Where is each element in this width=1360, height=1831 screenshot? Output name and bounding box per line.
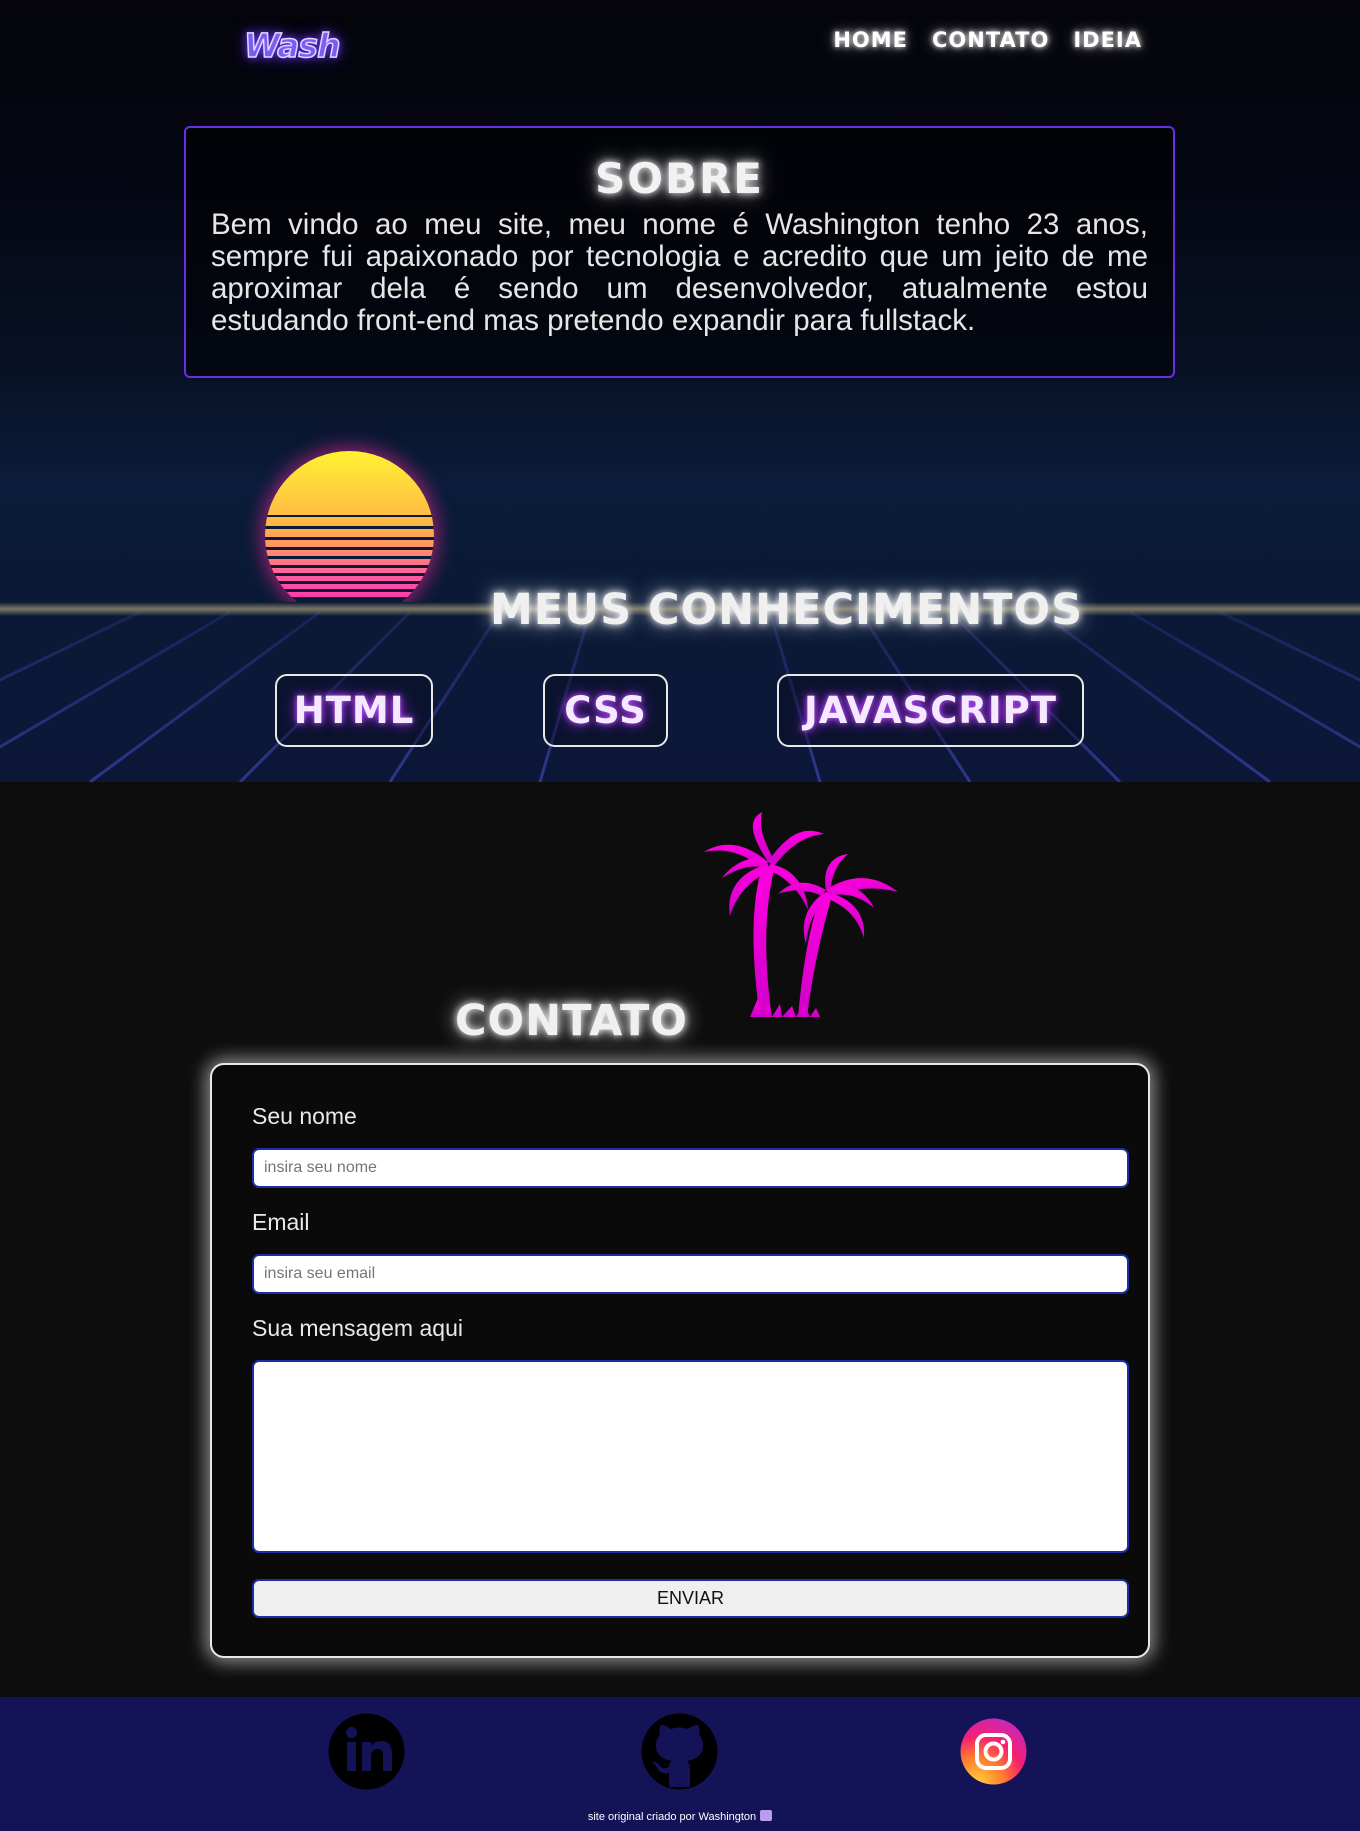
hero-section [0,0,1360,782]
email-input[interactable]: insira seu email [252,1254,1129,1294]
footer: site original criado por Washington [0,1697,1360,1831]
retro-sun-illustration [265,451,434,597]
skill-label: CSS [564,689,647,732]
name-label: Seu nome [252,1103,357,1129]
nav-ideia-link[interactable]: IDEIA [1073,28,1142,52]
about-section: SOBRE Bem vindo ao meu site, meu nome é … [184,126,1175,378]
send-button[interactable]: ENVIAR [252,1579,1129,1618]
main-nav: HOME CONTATO IDEIA [833,28,1142,52]
skill-label: HTML [293,689,415,732]
nav-contato-link[interactable]: CONTATO [932,28,1049,52]
skill-badge-css: CSS [543,674,668,747]
nav-home-link[interactable]: HOME [833,28,908,52]
about-text: Bem vindo ao meu site, meu nome é Washin… [211,208,1148,337]
skill-label: JAVASCRIPT [803,689,1058,732]
message-textarea[interactable] [252,1360,1129,1553]
palm-trees-illustration [704,812,898,1017]
skill-badge-javascript: JAVASCRIPT [777,674,1084,747]
emoji-icon [760,1810,773,1821]
name-input[interactable]: insira seu nome [252,1148,1129,1188]
skills-title: MEUS CONHECIMENTOS [490,585,1084,635]
github-icon[interactable] [641,1713,718,1790]
linkedin-icon[interactable] [328,1713,405,1790]
instagram-icon[interactable] [955,1713,1032,1790]
contact-title: CONTATO [455,996,688,1046]
skill-badge-html: HTML [275,674,433,747]
about-title: SOBRE [595,154,764,203]
site-logo[interactable]: Wash [243,25,341,66]
retro-grid-background [0,610,1360,782]
email-label: Email [252,1209,310,1235]
message-label: Sua mensagem aqui [252,1315,463,1341]
credit-text: site original criado por Washington [587,1811,757,1823]
footer-credit: site original criado por Washington [0,1810,1360,1823]
contact-form: Seu nome insira seu nome Email insira se… [210,1063,1150,1658]
